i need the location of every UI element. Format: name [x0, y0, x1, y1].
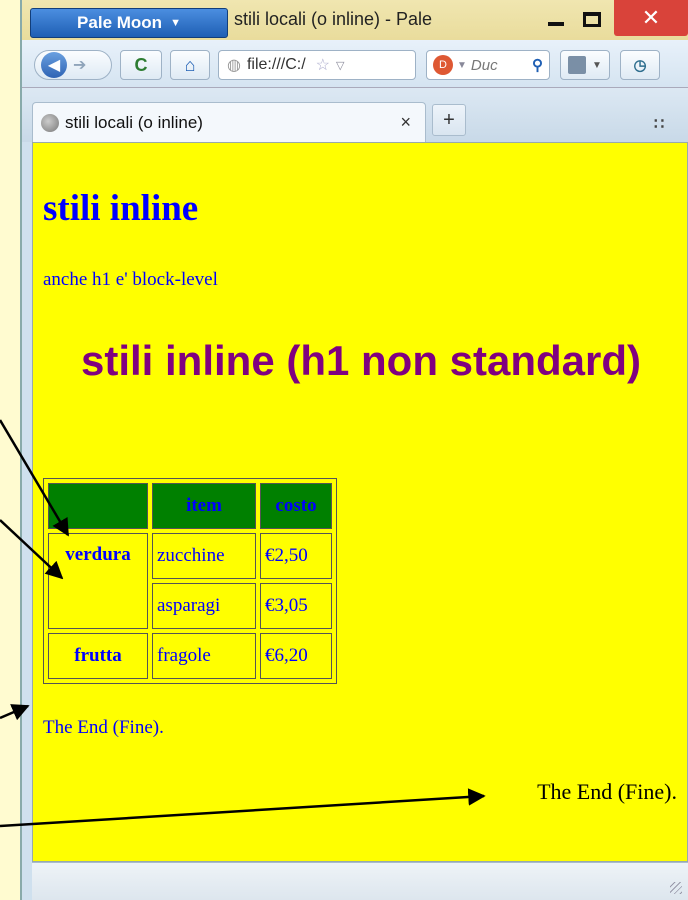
globe-icon: ◍ [227, 57, 241, 74]
search-icon[interactable]: ⚲ [532, 56, 543, 74]
close-button[interactable]: ✕ [614, 0, 688, 36]
new-tab-button[interactable]: + [432, 104, 466, 136]
browser-window: Pale Moon ▼ stili locali (o inline) - Pa… [20, 0, 688, 900]
back-forward-group: ◀ ➔ [34, 50, 112, 80]
history-icon: ◷ [633, 57, 647, 74]
chevron-down-icon[interactable]: ▽ [336, 59, 344, 72]
paragraph: anche h1 e' block-level [43, 269, 218, 290]
close-icon: ✕ [641, 5, 661, 30]
url-text: file:///C:/ [246, 56, 306, 73]
page-heading-large: stili inline (h1 non standard) [80, 337, 642, 384]
app-menu-label: Pale Moon [77, 13, 163, 32]
navigation-toolbar: ◀ ➔ C ⌂ ◍ file:///C:/ ☆ ▽ D ▼ Duc ⚲ ▼ ◷ [22, 40, 688, 88]
search-input[interactable]: D ▼ Duc ⚲ [426, 50, 550, 80]
window-title: stili locali (o inline) - Pale [234, 9, 433, 29]
table-cell-category: verdura [48, 533, 148, 629]
maximize-icon [583, 11, 601, 27]
data-table: item costo verdura zucchine €2,50 aspara… [43, 478, 337, 684]
table-cell-category: frutta [48, 633, 148, 679]
duckduckgo-icon[interactable]: D [433, 55, 453, 75]
star-icon[interactable]: ☆ [316, 55, 330, 75]
app-menu-button[interactable]: Pale Moon ▼ [30, 8, 228, 38]
table-header-cell: costo [260, 483, 332, 529]
status-bar [32, 862, 688, 900]
bookmarks-button[interactable]: ▼ [560, 50, 610, 80]
history-button[interactable]: ◷ [620, 50, 660, 80]
reload-icon: C [134, 54, 148, 75]
url-bar[interactable]: ◍ file:///C:/ ☆ ▽ [218, 50, 416, 80]
chevron-down-icon: ▼ [457, 59, 467, 71]
table-cell-item: asparagi [152, 583, 256, 629]
back-icon[interactable]: ◀ [41, 52, 67, 78]
title-bar: Pale Moon ▼ stili locali (o inline) - Pa… [22, 0, 688, 40]
table-cell-item: zucchine [152, 533, 256, 579]
chevron-down-icon: ▼ [592, 59, 602, 71]
end-text-right: The End (Fine). [537, 779, 677, 804]
table-header-cell: item [152, 483, 256, 529]
home-button[interactable]: ⌂ [170, 50, 210, 80]
tab-list-button[interactable]: ∷ [654, 114, 664, 134]
home-icon: ⌂ [184, 54, 196, 75]
tab-strip: stili locali (o inline) × + ∷ [22, 88, 688, 142]
table-row: verdura zucchine €2,50 [48, 533, 332, 629]
page-content: stili inline anche h1 e' block-level sti… [32, 142, 688, 862]
maximize-button[interactable] [574, 4, 610, 34]
page-heading: stili inline [43, 188, 199, 229]
chevron-down-icon: ▼ [170, 17, 181, 29]
end-text-left: The End (Fine). [43, 717, 164, 738]
table-header-row: item costo [48, 483, 332, 529]
tab-title: stili locali (o inline) [65, 112, 203, 132]
table-cell-cost: €2,50 [260, 533, 332, 579]
table-header-cell [48, 483, 148, 529]
table-row: frutta fragole €6,20 [48, 633, 332, 679]
minimize-icon [548, 22, 564, 26]
table-cell-cost: €3,05 [260, 583, 332, 629]
plus-icon: + [443, 108, 455, 131]
minimize-button[interactable] [540, 4, 572, 34]
forward-icon[interactable]: ➔ [73, 55, 86, 75]
search-placeholder: Duc [470, 56, 498, 74]
close-icon[interactable]: × [400, 112, 411, 133]
table-cell-cost: €6,20 [260, 633, 332, 679]
globe-icon [41, 113, 59, 132]
bookmarks-icon [568, 56, 587, 74]
table-cell-item: fragole [152, 633, 256, 679]
resize-grip-icon[interactable] [670, 882, 682, 894]
tab-stili-locali[interactable]: stili locali (o inline) × [32, 102, 426, 142]
reload-button[interactable]: C [120, 50, 162, 80]
grid-icon: ∷ [654, 116, 665, 133]
